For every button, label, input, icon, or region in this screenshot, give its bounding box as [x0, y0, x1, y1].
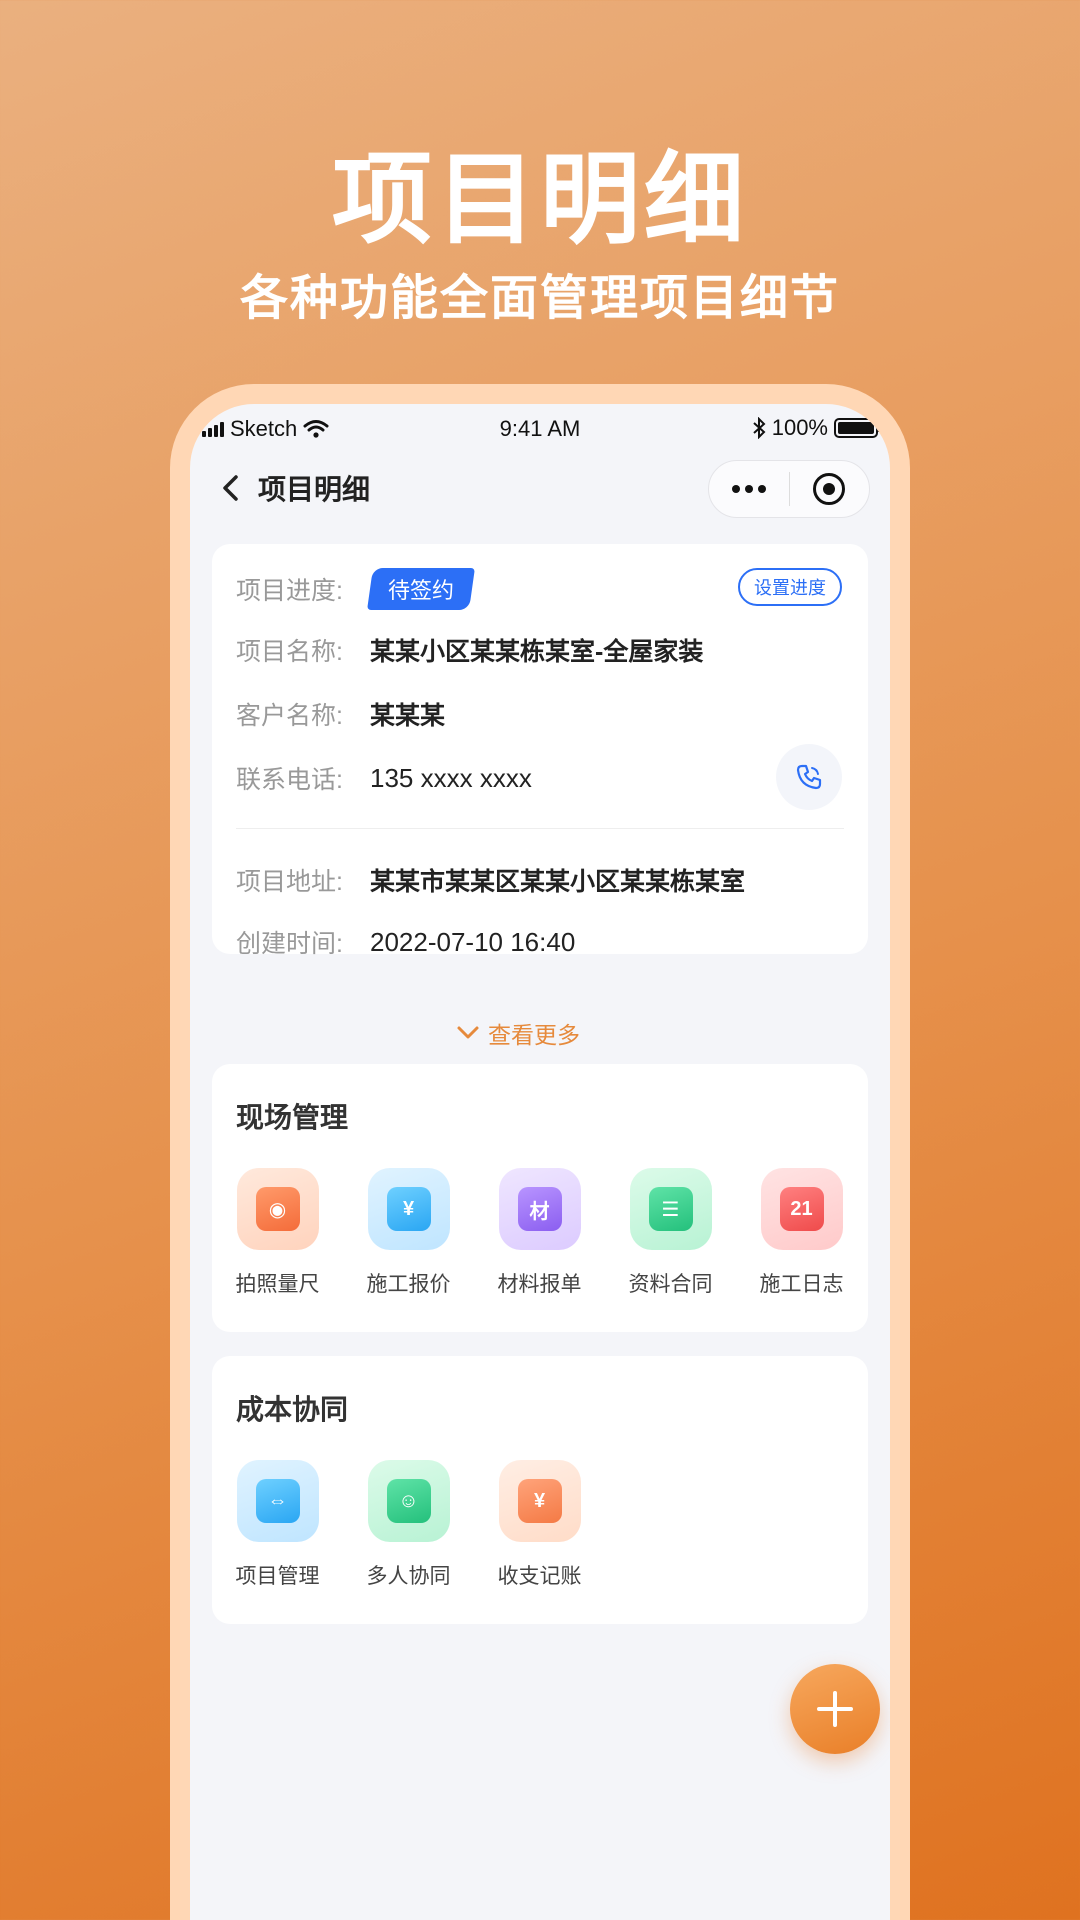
customer-row: 客户名称: 某某某 [236, 696, 445, 732]
site-management-card: 现场管理 ◉ 拍照量尺 ¥ 施工报价 材 材料报单 ☰ 资料合同 21 施工日志 [212, 1064, 868, 1332]
grid-item-project-management[interactable]: ⇔ 项目管理 [212, 1460, 343, 1590]
site-management-grid: ◉ 拍照量尺 ¥ 施工报价 材 材料报单 ☰ 资料合同 21 施工日志 [212, 1168, 868, 1298]
grid-item-label: 施工日志 [759, 1273, 844, 1296]
see-more-button[interactable]: 查看更多 [190, 1016, 846, 1050]
address-row: 项目地址: 某某市某某区某某小区某某栋某室 [236, 862, 745, 898]
calendar-icon: 21 [760, 1168, 843, 1250]
grid-item-multi-user[interactable]: ☺ 多人协同 [343, 1460, 474, 1590]
grid-item-label: 资料合同 [628, 1273, 713, 1296]
progress-label: 项目进度: [236, 577, 343, 605]
briefcase-icon: ⇔ [236, 1460, 319, 1542]
status-bar: Sketch 9:41 AM 100% [190, 404, 890, 452]
set-progress-button[interactable]: 设置进度 [738, 568, 842, 606]
address-value: 某某市某某区某某小区某某栋某室 [370, 868, 746, 896]
quote-yen-icon: ¥ [367, 1168, 450, 1250]
phone-value: 135 xxxx xxxx [370, 762, 532, 793]
grid-item-label: 拍照量尺 [235, 1273, 320, 1296]
phone-row: 联系电话: 135 xxxx xxxx [236, 760, 532, 796]
grid-item-construction-quote[interactable]: ¥ 施工报价 [343, 1168, 474, 1298]
material-icon: 材 [498, 1168, 581, 1250]
progress-status-badge: 待签约 [367, 568, 475, 610]
grid-item-label: 多人协同 [366, 1565, 451, 1588]
created-value: 2022-07-10 16:40 [370, 926, 576, 957]
more-dots-icon [731, 485, 766, 493]
phone-icon [796, 764, 822, 790]
add-button[interactable] [790, 1664, 880, 1754]
address-label: 项目地址: [236, 868, 343, 896]
grid-item-construction-log[interactable]: 21 施工日志 [736, 1168, 867, 1298]
back-icon[interactable] [214, 470, 250, 506]
page-title: 项目明细 [258, 474, 371, 505]
project-name-row: 项目名称: 某某小区某某栋某室-全屋家装 [236, 632, 703, 668]
created-row: 创建时间: 2022-07-10 16:40 [236, 924, 575, 960]
promo-title: 项目明细 [332, 144, 748, 256]
ledger-yen-icon: ¥ [498, 1460, 581, 1542]
bluetooth-icon [753, 417, 766, 439]
call-button[interactable] [776, 744, 842, 810]
mini-program-capsule [708, 460, 870, 518]
cost-collaboration-card: 成本协同 ⇔ 项目管理 ☺ 多人协同 ¥ 收支记账 [212, 1356, 868, 1624]
grid-item-label: 收支记账 [497, 1565, 582, 1588]
project-info-card: 项目进度: 待签约 设置进度 项目名称: 某某小区某某栋某室-全屋家装 客户名称… [212, 544, 868, 958]
close-button[interactable] [790, 461, 870, 517]
grid-item-bookkeeping[interactable]: ¥ 收支记账 [474, 1460, 605, 1590]
info-divider [236, 828, 844, 829]
promo-subtitle: 各种功能全面管理项目细节 [239, 272, 840, 325]
site-management-title: 现场管理 [236, 1102, 349, 1133]
contract-icon: ☰ [629, 1168, 712, 1250]
more-button[interactable] [709, 461, 789, 517]
phone-screen: Sketch 9:41 AM 100% 项目明细 项目进度: 待签约 设置进度 … [190, 404, 890, 1920]
phone-label: 联系电话: [236, 766, 343, 794]
status-right: 100% [752, 415, 881, 441]
phone-frame: Sketch 9:41 AM 100% 项目明细 项目进度: 待签约 设置进度 … [170, 384, 910, 1920]
progress-row: 项目进度: 待签约 [236, 568, 475, 610]
battery-icon [834, 418, 881, 438]
users-icon: ☺ [367, 1460, 450, 1542]
nav-bar: 项目明细 [190, 452, 890, 524]
grid-item-label: 施工报价 [366, 1273, 451, 1296]
grid-item-material-order[interactable]: 材 材料报单 [474, 1168, 605, 1298]
battery-fill [838, 422, 874, 434]
camera-icon: ◉ [236, 1168, 319, 1250]
grid-item-documents-contract[interactable]: ☰ 资料合同 [605, 1168, 736, 1298]
cost-collaboration-grid: ⇔ 项目管理 ☺ 多人协同 ¥ 收支记账 [212, 1460, 868, 1590]
see-more-label: 查看更多 [488, 1022, 580, 1048]
grid-item-label: 项目管理 [235, 1565, 320, 1588]
grid-item-label: 材料报单 [497, 1273, 582, 1296]
project-name-value: 某某小区某某栋某室-全屋家装 [370, 638, 704, 666]
grid-item-photo-measure[interactable]: ◉ 拍照量尺 [212, 1168, 343, 1298]
battery-percent: 100% [771, 415, 828, 440]
project-name-label: 项目名称: [236, 638, 343, 666]
target-circle-icon [813, 473, 846, 505]
progress-status-text: 待签约 [388, 578, 455, 603]
cost-collaboration-title: 成本协同 [236, 1394, 349, 1425]
chevron-down-icon [457, 1026, 479, 1039]
customer-value: 某某某 [370, 702, 446, 730]
plus-icon [817, 1691, 853, 1727]
created-label: 创建时间: [236, 930, 343, 958]
customer-label: 客户名称: [236, 702, 343, 730]
